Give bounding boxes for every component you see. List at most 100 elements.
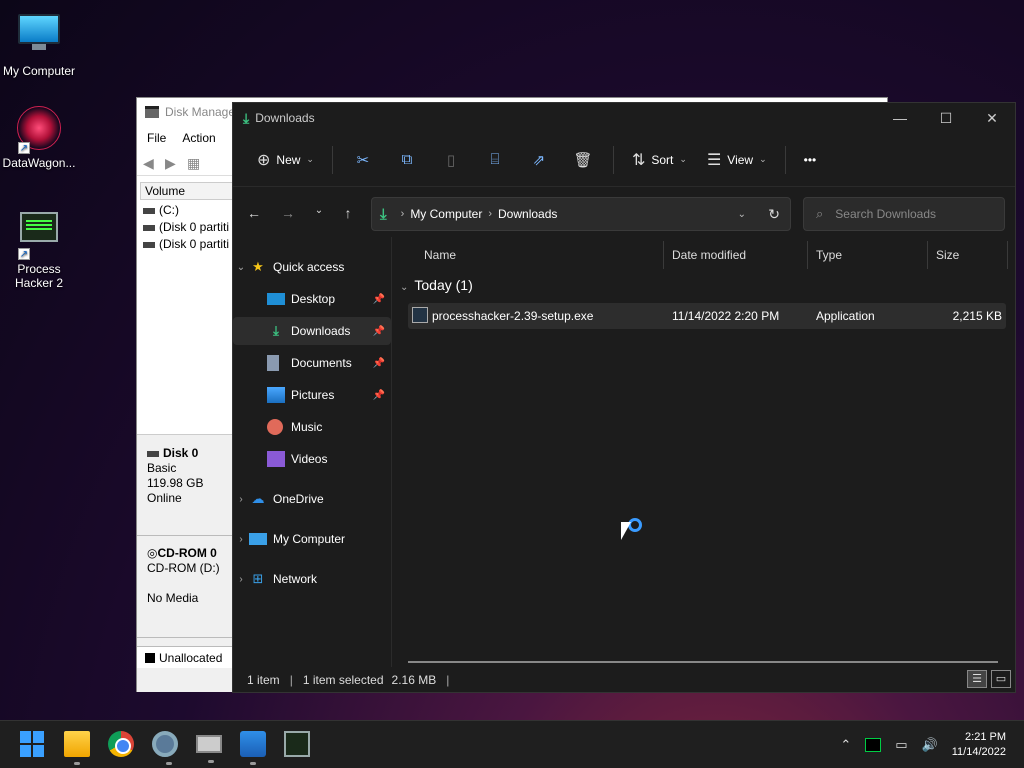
clock-time: 2:21 PM [965, 731, 1006, 743]
disk-0-info[interactable]: Disk 0 Basic 119.98 GB Online [137, 438, 233, 536]
horizontal-scrollbar[interactable] [408, 661, 998, 663]
volume-row[interactable]: (Disk 0 partiti [143, 220, 229, 234]
rename-icon[interactable]: ⌸ [475, 151, 515, 168]
recent-locations-icon[interactable]: ⌄ [308, 205, 330, 216]
pin-icon[interactable]: 📌 [373, 294, 385, 305]
nav-onedrive[interactable]: › ☁ OneDrive [233, 485, 391, 513]
chevron-down-icon: ⌄ [306, 154, 314, 164]
disk-name: Disk 0 [163, 446, 199, 460]
monitor-icon [16, 14, 62, 60]
sort-button[interactable]: ⇅ Sort ⌄ [624, 144, 695, 176]
disk-type: Basic [147, 461, 177, 475]
desktop-icon-process-hacker[interactable]: ↗ Process Hacker 2 [0, 206, 78, 290]
settings-icon[interactable] [152, 731, 178, 765]
disk-management-icon[interactable] [196, 735, 222, 763]
address-bar[interactable]: ⤓ › My Computer › Downloads ⌄ ↻ [371, 197, 791, 231]
music-icon [267, 419, 283, 435]
nav-music[interactable]: Music [233, 413, 391, 441]
shortcut-arrow-icon: ↗ [18, 142, 30, 154]
explorer-titlebar[interactable]: ⤓ Downloads — ☐ ✕ [233, 103, 1015, 133]
process-hacker-icon: ↗ [16, 212, 62, 260]
terminal-icon[interactable] [865, 738, 882, 752]
up-arrow-icon[interactable]: ↑ [337, 205, 359, 221]
nav-videos[interactable]: Videos [233, 445, 391, 473]
drive-icon [143, 224, 155, 231]
pin-icon[interactable]: 📌 [373, 358, 385, 369]
chrome-icon[interactable] [108, 731, 134, 757]
minimize-button[interactable]: — [877, 103, 923, 133]
new-button[interactable]: ⊕ New ⌄ [249, 144, 322, 176]
menu-file[interactable]: File [147, 131, 166, 145]
legend-swatch [145, 653, 155, 663]
disk-management-icon [145, 106, 159, 118]
nav-quick-access[interactable]: ⌄ ★ Quick access [233, 253, 391, 281]
tiles-view-icon[interactable]: ▭ [991, 670, 1011, 688]
nav-desktop[interactable]: Desktop 📌 [233, 285, 391, 313]
cdrom-info[interactable]: ◎CD-ROM 0 CD-ROM (D:) No Media [137, 538, 233, 638]
pin-icon[interactable]: 📌 [373, 390, 385, 401]
start-button[interactable] [20, 731, 46, 757]
cdrom-name: CD-ROM 0 [157, 546, 217, 560]
chevron-down-icon: ⌄ [679, 154, 687, 164]
refresh-icon[interactable]: ↻ [768, 206, 780, 223]
nav-pictures[interactable]: Pictures 📌 [233, 381, 391, 409]
sort-label: Sort [651, 152, 674, 167]
desktop-icon-datawagon[interactable]: ↗ DataWagon... [0, 106, 78, 170]
application-icon [412, 307, 428, 323]
view-button[interactable]: ☰ View ⌄ [699, 144, 775, 176]
column-header-size[interactable]: Size [928, 241, 1008, 269]
close-button[interactable]: ✕ [969, 103, 1015, 133]
status-bar: 1 item | 1 item selected 2.16 MB | ☰ ▭ [233, 668, 1017, 692]
file-row[interactable]: processhacker-2.39-setup.exe 11/14/2022 … [408, 303, 1006, 329]
nav-my-computer[interactable]: › My Computer [233, 525, 391, 553]
forward-icon[interactable]: ▶ [165, 156, 181, 170]
network-icon[interactable]: ▭ [895, 737, 907, 753]
nav-downloads[interactable]: ⤓ Downloads 📌 [233, 317, 391, 345]
process-hacker-icon[interactable] [284, 731, 310, 757]
selected-size: 2.16 MB [391, 673, 437, 687]
file-explorer-window[interactable]: ⤓ Downloads — ☐ ✕ ⊕ New ⌄ ✂ ⧉ ▯ ⌸ ⇗ 🗑 ⇅ Sor… [232, 102, 1016, 693]
group-header-today[interactable]: ⌄ Today (1) [400, 277, 473, 293]
volume-icon[interactable]: 🔊 [922, 737, 938, 753]
file-explorer-icon[interactable] [64, 731, 90, 765]
back-arrow-icon[interactable]: ← [243, 205, 265, 221]
nav-documents[interactable]: Documents 📌 [233, 349, 391, 377]
search-input[interactable]: Search Downloads [835, 207, 936, 221]
chevron-up-icon[interactable]: ⌃ [840, 737, 851, 753]
downloads-icon: ⤓ [380, 205, 387, 223]
volume-row[interactable]: (Disk 0 partiti [143, 237, 229, 251]
search-box[interactable]: ⌕ Search Downloads [803, 197, 1005, 231]
breadcrumb-downloads[interactable]: Downloads [498, 207, 557, 221]
paste-icon[interactable]: ▯ [431, 151, 471, 169]
maximize-button[interactable]: ☐ [923, 103, 969, 133]
nav-network[interactable]: › ⊞ Network [233, 565, 391, 593]
cut-icon[interactable]: ✂ [343, 151, 383, 169]
pin-icon[interactable]: 📌 [373, 326, 385, 337]
clock[interactable]: 2:21 PM 11/14/2022 [952, 730, 1006, 760]
copy-icon[interactable]: ⧉ [387, 151, 427, 168]
back-icon[interactable]: ◀ [143, 156, 159, 170]
properties-icon[interactable]: ▦ [187, 156, 203, 170]
store-icon[interactable] [240, 731, 266, 765]
column-header-volume[interactable]: Volume [140, 182, 234, 200]
volume-row[interactable]: (C:) [143, 203, 179, 217]
delete-icon[interactable]: 🗑 [563, 151, 603, 169]
file-list-pane[interactable]: Name Date modified Type Size ⌄ Today (1) … [391, 237, 1015, 667]
forward-arrow-icon[interactable]: → [277, 205, 299, 221]
desktop-icon-my-computer[interactable]: My Computer [0, 8, 78, 78]
volume-label: (C:) [159, 203, 179, 217]
taskbar: ⌃ ▭ 🔊 2:21 PM 11/14/2022 [0, 720, 1024, 768]
file-size: 2,215 KB [952, 309, 1002, 323]
menu-action[interactable]: Action [182, 131, 215, 145]
legend-label: Unallocated [159, 651, 223, 665]
more-options-button[interactable]: ••• [796, 144, 825, 176]
chevron-down-icon[interactable]: ⌄ [738, 209, 746, 220]
breadcrumb-my-computer[interactable]: My Computer [410, 207, 482, 221]
column-header-name[interactable]: Name [416, 241, 664, 269]
column-header-date[interactable]: Date modified [664, 241, 808, 269]
file-type: Application [816, 309, 875, 323]
share-icon[interactable]: ⇗ [519, 151, 559, 169]
details-view-icon[interactable]: ☰ [967, 670, 987, 688]
command-bar: ⊕ New ⌄ ✂ ⧉ ▯ ⌸ ⇗ 🗑 ⇅ Sort ⌄ ☰ View ⌄ ••• [233, 133, 1015, 187]
column-header-type[interactable]: Type [808, 241, 928, 269]
